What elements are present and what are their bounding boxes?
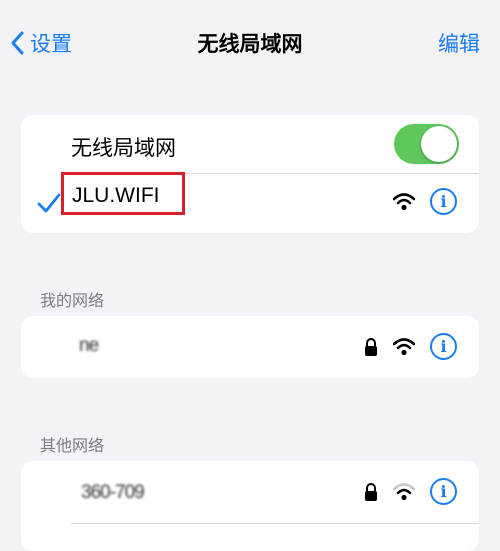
my-networks-card: ne i [21,316,479,378]
wlan-toggle-label: 无线局域网 [71,137,176,160]
my-networks-header: 我的网络 [40,293,105,310]
info-button[interactable]: i [430,333,457,360]
other-networks-header: 其他网络 [40,438,105,455]
toggle-knob [421,126,457,162]
network-icons: i [364,333,457,360]
highlight-box [61,172,185,215]
network-row[interactable]: 360-709 i [21,461,479,523]
wifi-icon [393,482,415,500]
wlan-toggle[interactable] [394,124,459,164]
lock-icon [365,337,377,356]
network-name: 360-709 [81,482,145,503]
nav-bar: 设置 无线局域网 编辑 [0,0,500,84]
info-button[interactable]: i [430,188,457,215]
wlan-card: 无线局域网 JLU.WIFI i [21,115,479,233]
lock-icon [365,482,377,501]
page-title: 无线局域网 [197,33,303,56]
wifi-icon [393,192,415,210]
network-icons: i [364,478,457,505]
wifi-icon [393,337,415,355]
checkmark-icon [37,193,61,213]
network-row[interactable]: ne i [21,316,479,378]
network-name: ne [79,335,99,356]
divider [71,523,479,524]
edit-button[interactable]: 编辑 [438,28,480,58]
wlan-toggle-row: 无线局域网 [21,115,479,173]
other-networks-card: 360-709 i [21,461,479,551]
info-button[interactable]: i [430,478,457,505]
network-icons: i [393,188,457,215]
